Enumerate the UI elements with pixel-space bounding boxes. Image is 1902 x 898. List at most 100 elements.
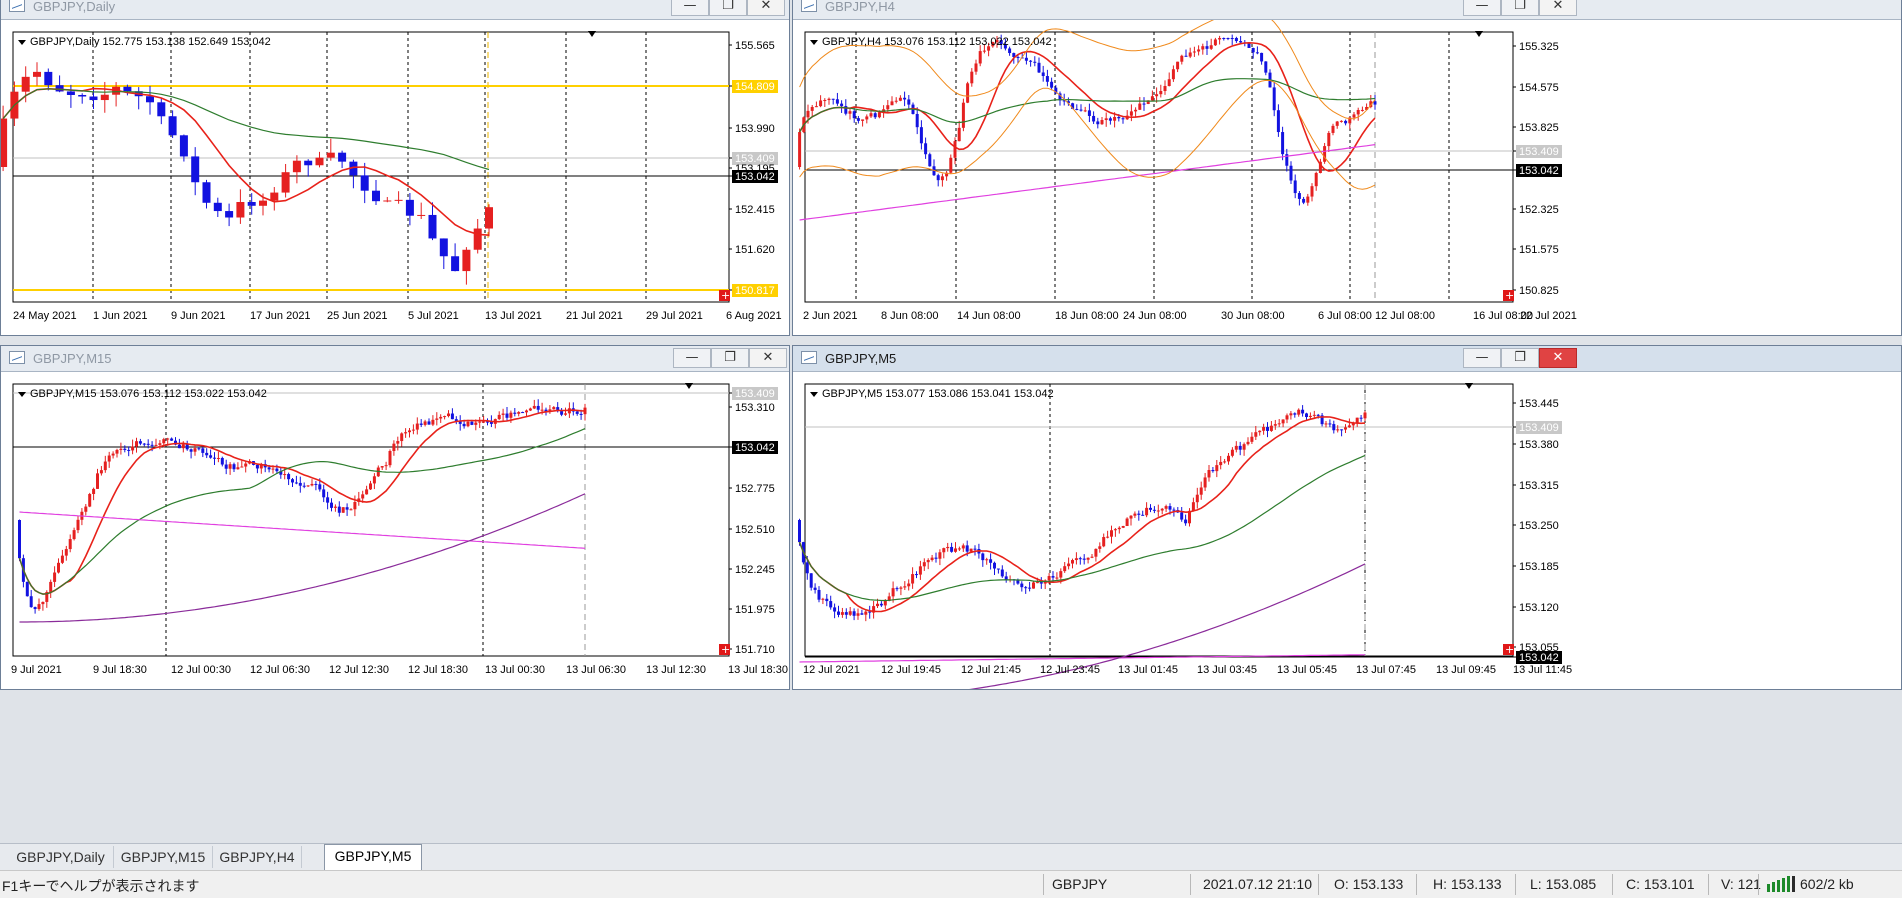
candle-body xyxy=(844,612,848,615)
candle-body xyxy=(1079,109,1083,111)
candle-body xyxy=(1032,582,1035,589)
candle-body xyxy=(396,441,400,444)
minimize-button[interactable]: — xyxy=(1463,348,1501,368)
candle-body xyxy=(1359,417,1363,419)
candle-body xyxy=(940,176,944,181)
restore-button[interactable]: ❐ xyxy=(1501,0,1539,16)
candle-body xyxy=(1180,512,1184,520)
plus-icon: + xyxy=(1505,643,1514,656)
candle-body xyxy=(1323,146,1327,162)
daily-chart[interactable]: GBPJPY,Daily 152.775 153.138 152.649 153… xyxy=(1,20,789,335)
restore-button[interactable]: ❐ xyxy=(709,0,747,16)
chart-window-m5[interactable]: GBPJPY,M5 — ❐ ✕ GBPJPY,M5 153.077 153.08… xyxy=(792,345,1902,690)
candle-body xyxy=(1289,165,1293,181)
candle-body xyxy=(1045,76,1049,82)
chart-window-daily[interactable]: GBPJPY,Daily — ❐ ✕ GBPJPY,Daily 152.775 … xyxy=(0,0,790,336)
chart-icon xyxy=(801,0,817,12)
candle-body xyxy=(961,545,965,549)
candle-body xyxy=(462,249,471,272)
candle-body xyxy=(485,207,493,229)
window-titlebar[interactable]: GBPJPY,M15 — ❐ ✕ xyxy=(1,346,789,372)
candle-body xyxy=(1242,444,1246,450)
candle-body xyxy=(953,141,957,158)
candle-body xyxy=(431,419,435,425)
tab-gbpjpy-m15[interactable]: GBPJPY,M15 xyxy=(114,846,213,868)
candle-body xyxy=(915,574,918,576)
candle-body xyxy=(1276,110,1280,133)
candle-body xyxy=(146,96,154,103)
candle-body xyxy=(1083,110,1087,112)
minimize-button[interactable]: — xyxy=(673,348,711,368)
candle-body xyxy=(271,468,275,470)
candle-body xyxy=(1152,509,1156,511)
candle-body xyxy=(240,466,244,468)
candle-body xyxy=(813,587,817,590)
window-titlebar[interactable]: GBPJPY,M5 — ❐ ✕ xyxy=(793,346,1901,372)
candle-body xyxy=(361,494,365,499)
candle-body xyxy=(1028,587,1032,589)
candle-body xyxy=(89,96,98,101)
candle-body xyxy=(525,410,528,413)
close-button[interactable]: ✕ xyxy=(747,0,785,16)
restore-button[interactable]: ❐ xyxy=(711,348,749,368)
candle-body xyxy=(1067,563,1071,567)
minimize-button[interactable]: — xyxy=(671,0,709,16)
candle-body xyxy=(1262,427,1266,431)
restore-button[interactable]: ❐ xyxy=(1501,348,1539,368)
m5-chart[interactable]: GBPJPY,M5 153.077 153.086 153.041 153.04… xyxy=(793,372,1901,689)
candle-body xyxy=(521,412,525,414)
candle-body xyxy=(1172,509,1176,511)
candle-body xyxy=(1074,558,1078,561)
tab-gbpjpy-daily[interactable]: GBPJPY,Daily xyxy=(8,846,114,868)
candle-body xyxy=(1125,518,1129,527)
candle-body xyxy=(1037,62,1041,73)
candle-body xyxy=(1176,61,1180,70)
close-button[interactable]: ✕ xyxy=(1539,0,1577,16)
candle-body xyxy=(270,192,279,201)
window-titlebar[interactable]: GBPJPY,H4 — ❐ ✕ xyxy=(793,0,1901,20)
candle-body xyxy=(1312,414,1316,416)
candle-body xyxy=(868,611,872,613)
candle-body xyxy=(451,256,460,272)
price-tick-label: 151.620 xyxy=(735,244,775,256)
m15-chart[interactable]: GBPJPY,M15 153.076 153.112 153.022 153.0… xyxy=(1,372,789,689)
minimize-button[interactable]: — xyxy=(1463,0,1501,16)
candle-body xyxy=(1199,487,1203,495)
close-button[interactable]: ✕ xyxy=(1539,348,1577,368)
plot-area xyxy=(12,31,730,303)
time-tick-label: 12 Jul 08:00 xyxy=(1375,310,1435,322)
window-titlebar[interactable]: GBPJPY,Daily — ❐ ✕ xyxy=(1,0,789,20)
candle-body xyxy=(380,466,384,468)
candle-body xyxy=(138,441,142,444)
tab-gbpjpy-m5[interactable]: GBPJPY,M5 xyxy=(324,844,422,870)
candle-body xyxy=(37,604,41,610)
close-button[interactable]: ✕ xyxy=(749,348,787,368)
candle-body xyxy=(1094,548,1098,557)
candle-body xyxy=(840,612,844,615)
candle-body xyxy=(989,559,993,563)
candle-body xyxy=(513,412,517,414)
candle-body xyxy=(162,439,166,444)
candle-body xyxy=(1246,441,1250,445)
status-divider xyxy=(1416,874,1417,895)
chart-window-m15[interactable]: GBPJPY,M15 — ❐ ✕ GBPJPY,M15 153.076 153.… xyxy=(0,345,790,690)
chart-window-h4[interactable]: GBPJPY,H4 — ❐ ✕ GBPJPY,H4 153.076 153.11… xyxy=(792,0,1902,336)
bid-price-tag: 153.042 xyxy=(735,171,775,183)
h4-chart[interactable]: GBPJPY,H4 153.076 153.112 153.022 153.04… xyxy=(793,20,1901,335)
candle-body xyxy=(517,412,521,414)
candle-body xyxy=(1301,409,1305,414)
candle-body xyxy=(181,444,185,449)
candle-body xyxy=(805,562,809,574)
candle-body xyxy=(360,175,369,191)
time-tick-label: 24 Jun 08:00 xyxy=(1123,310,1187,322)
price-tick-label: 155.565 xyxy=(735,40,775,52)
time-tick-label: 2 Jun 2021 xyxy=(803,310,857,322)
candle-body xyxy=(1121,526,1125,528)
candle-body xyxy=(473,228,482,250)
tab-gbpjpy-h4[interactable]: GBPJPY,H4 xyxy=(213,846,302,868)
candle-body xyxy=(119,448,123,450)
chart-info-label: GBPJPY,M5 153.077 153.086 153.041 153.04… xyxy=(822,388,1054,400)
candle-body xyxy=(49,581,53,593)
connection-status-icon[interactable] xyxy=(1766,876,1796,892)
candle-body xyxy=(1047,576,1051,581)
